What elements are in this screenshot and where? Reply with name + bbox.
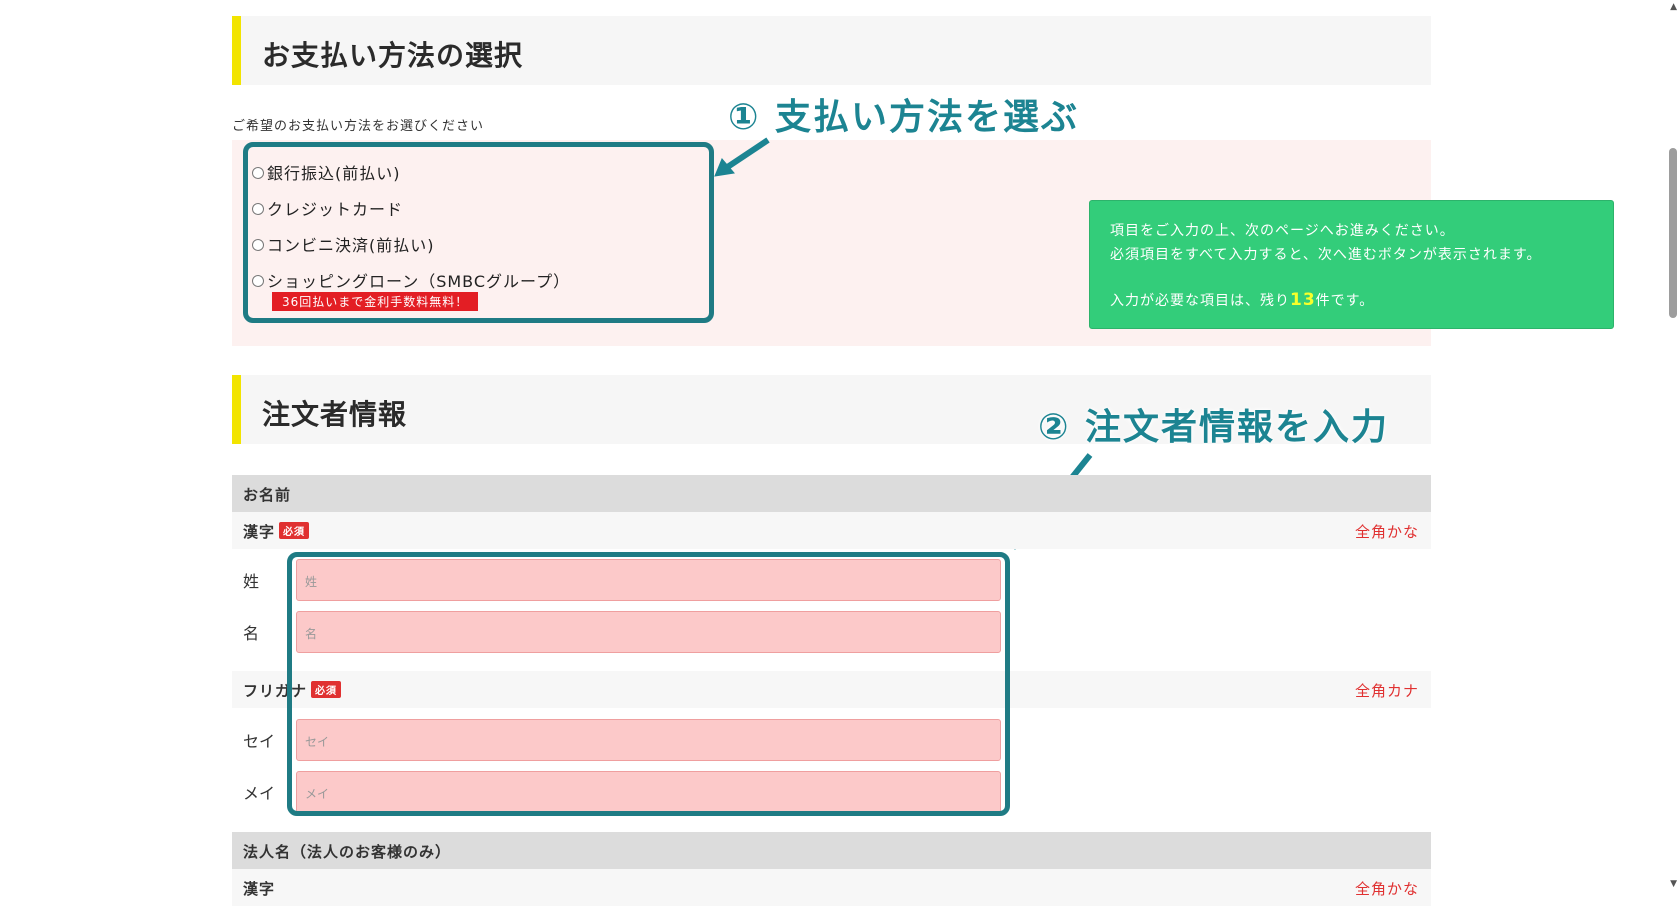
required-badge: 必須 <box>279 522 310 539</box>
kanji-hint: 全角かな <box>1354 523 1419 541</box>
corp-group-label: 法人名（法人のお客様のみ） <box>243 843 452 861</box>
remaining-count: 13 <box>1290 290 1316 310</box>
kana-hint: 全角カナ <box>1354 682 1419 700</box>
kanji-label: 漢字 必須 <box>243 521 310 542</box>
mei-kana-label: メイ <box>243 784 276 803</box>
notice-line-3: 入力が必要な項目は、残り13件です。 <box>1110 290 1374 310</box>
sei-label: 姓 <box>243 572 260 591</box>
scroll-up-arrow-icon[interactable]: ▲ <box>1670 2 1677 12</box>
notice-remaining-suffix: 件です。 <box>1315 293 1375 309</box>
mei-label: 名 <box>243 624 260 643</box>
corp-kanji-row: 漢字 全角かな <box>232 869 1431 906</box>
kanji-row: 漢字 必須 全角かな <box>232 512 1431 549</box>
name-group-header: お名前 <box>232 475 1431 512</box>
form-progress-notice: 項目をご入力の上、次のページへお進みください。 必須項目をすべて入力すると、次へ… <box>1089 200 1614 329</box>
corp-kanji-hint: 全角かな <box>1354 880 1419 898</box>
notice-remaining-prefix: 入力が必要な項目は、残り <box>1110 293 1290 309</box>
vertical-scrollbar[interactable]: ▲ ▼ <box>1664 0 1680 893</box>
notice-line-2: 必須項目をすべて入力すると、次へ進むボタンが表示されます。 <box>1110 247 1542 263</box>
kanji-label-text: 漢字 <box>243 523 276 541</box>
callout-step2: ② 注文者情報を入力 <box>1038 407 1390 448</box>
corp-kanji-label: 漢字 <box>243 880 276 898</box>
orderer-section-title: 注文者情報 <box>262 398 408 431</box>
scrollbar-thumb[interactable] <box>1669 148 1677 318</box>
scroll-down-arrow-icon[interactable]: ▼ <box>1670 879 1677 889</box>
notice-line-1: 項目をご入力の上、次のページへお進みください。 <box>1110 223 1455 239</box>
callout-highlight-box-orderer <box>287 552 1010 816</box>
name-group-label: お名前 <box>243 486 292 504</box>
sei-kana-label: セイ <box>243 732 276 751</box>
corp-group-header: 法人名（法人のお客様のみ） <box>232 832 1431 869</box>
